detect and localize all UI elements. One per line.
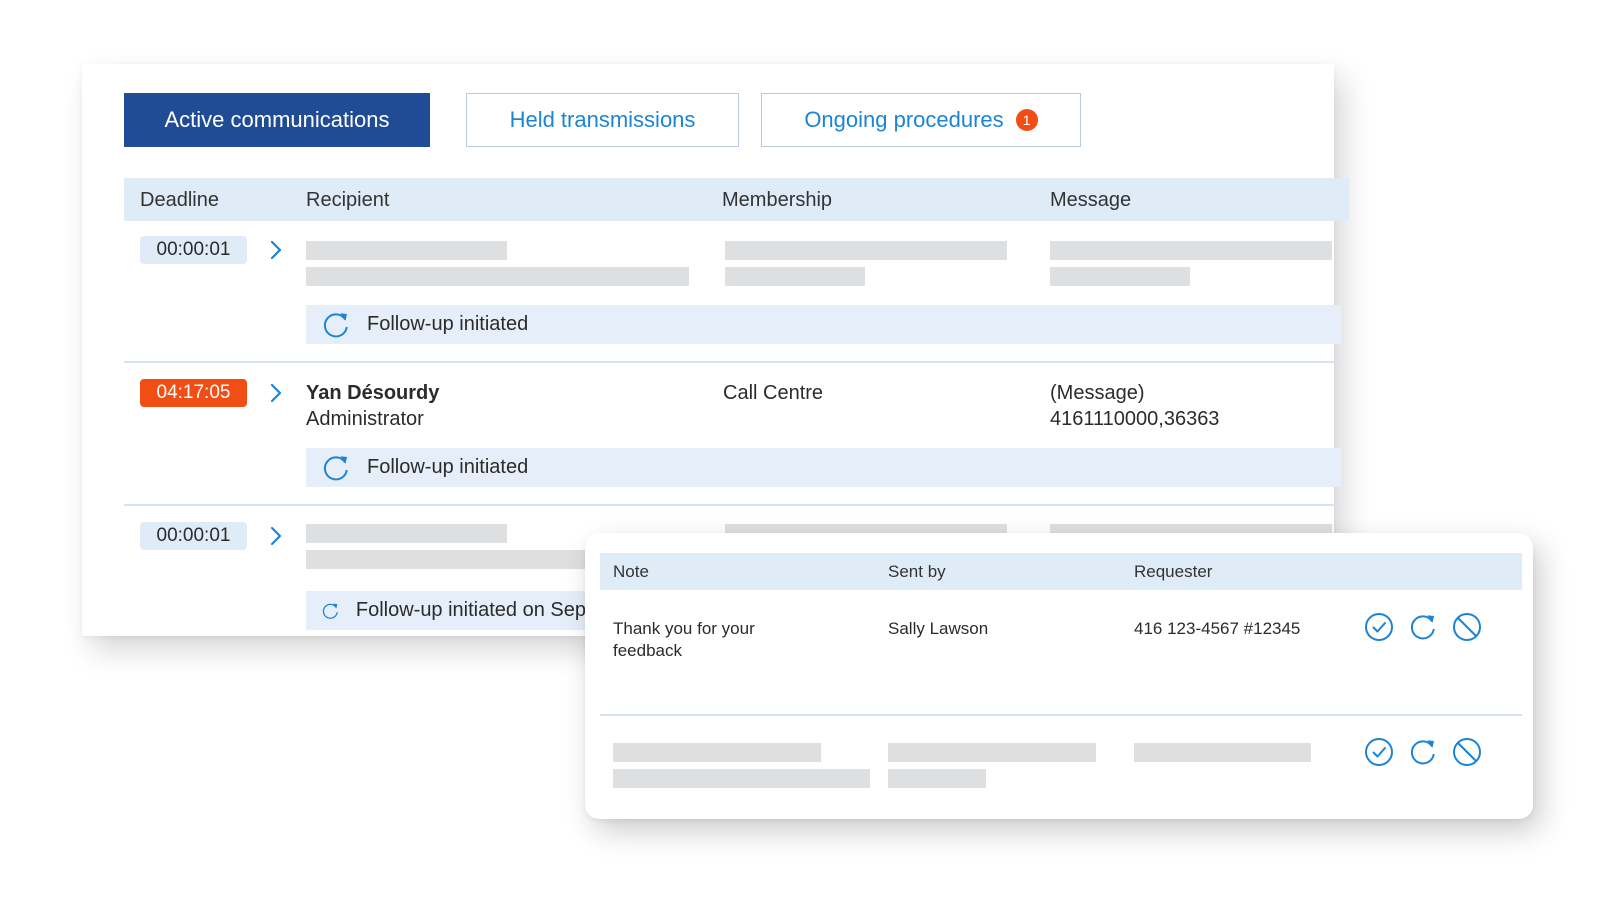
placeholder-bar [725,267,865,286]
message-number: 4161110000,36363 [1050,408,1220,430]
deadline-timer: 00:00:01 [140,236,247,264]
placeholder-bar [1050,241,1332,260]
note-text-line1: Thank you for your [613,619,755,638]
row-divider [600,714,1522,716]
row-divider [124,361,1340,363]
tab-active-communications[interactable]: Active communications [124,93,430,147]
deadline-timer: 00:00:01 [140,522,247,550]
block-icon[interactable] [1452,737,1482,767]
placeholder-bar [888,743,1096,762]
status-text: Follow-up initiated on Sep [355,599,586,621]
status-text: Follow-up initiated [367,456,529,478]
refresh-icon [323,312,348,337]
status-bar: Follow-up initiated [306,305,1341,344]
placeholder-bar [1050,267,1190,286]
placeholder-bar [1134,743,1311,762]
row-divider [124,504,1340,506]
popup-table-header: Note Sent by Requester [600,553,1522,590]
refresh-icon[interactable] [1408,737,1438,767]
tab-held-transmissions-label: Held transmissions [509,107,696,132]
placeholder-bar [306,550,586,569]
chevron-right-icon[interactable] [268,382,284,404]
placeholder-bar [613,769,870,788]
recipient-role: Administrator [306,408,424,430]
chevron-right-icon[interactable] [268,239,284,261]
tab-held-transmissions[interactable]: Held transmissions [466,93,739,147]
tab-active-communications-label: Active communications [164,107,390,132]
tab-ongoing-procedures-label: Ongoing procedures [804,107,1004,132]
check-circle-icon[interactable] [1364,612,1394,642]
tab-ongoing-procedures[interactable]: Ongoing procedures 1 [761,93,1081,147]
message-label: (Message) [1050,382,1145,404]
placeholder-bar [306,241,507,260]
placeholder-bar [613,743,821,762]
placeholder-bar [888,769,986,788]
placeholder-bar [306,524,507,543]
column-header-sent-by: Sent by [888,562,946,581]
column-header-note: Note [613,562,649,581]
column-header-recipient: Recipient [306,189,390,211]
deadline-timer-urgent: 04:17:05 [140,379,247,407]
ongoing-count-badge: 1 [1015,109,1038,131]
requester-value: 416 123-4567 #12345 [1134,619,1301,638]
note-text-line2: feedback [613,641,682,660]
refresh-icon [323,455,348,480]
column-header-message: Message [1050,189,1132,211]
status-bar: Follow-up initiated [306,448,1341,487]
column-header-membership: Membership [722,189,833,211]
recipient-name: Yan Désourdy [306,382,440,404]
column-header-deadline: Deadline [140,189,219,211]
table-header: Deadline Recipient Membership Message [124,178,1349,221]
refresh-icon [322,603,338,619]
column-header-requester: Requester [1134,562,1213,581]
block-icon[interactable] [1452,612,1482,642]
refresh-icon[interactable] [1408,612,1438,642]
check-circle-icon[interactable] [1364,737,1394,767]
sent-by-value: Sally Lawson [888,619,989,638]
placeholder-bar [306,267,689,286]
membership-value: Call Centre [723,382,824,404]
chevron-right-icon[interactable] [268,525,284,547]
status-text: Follow-up initiated [367,313,529,335]
placeholder-bar [725,241,1007,260]
status-bar: Follow-up initiated on Sep [306,591,586,630]
